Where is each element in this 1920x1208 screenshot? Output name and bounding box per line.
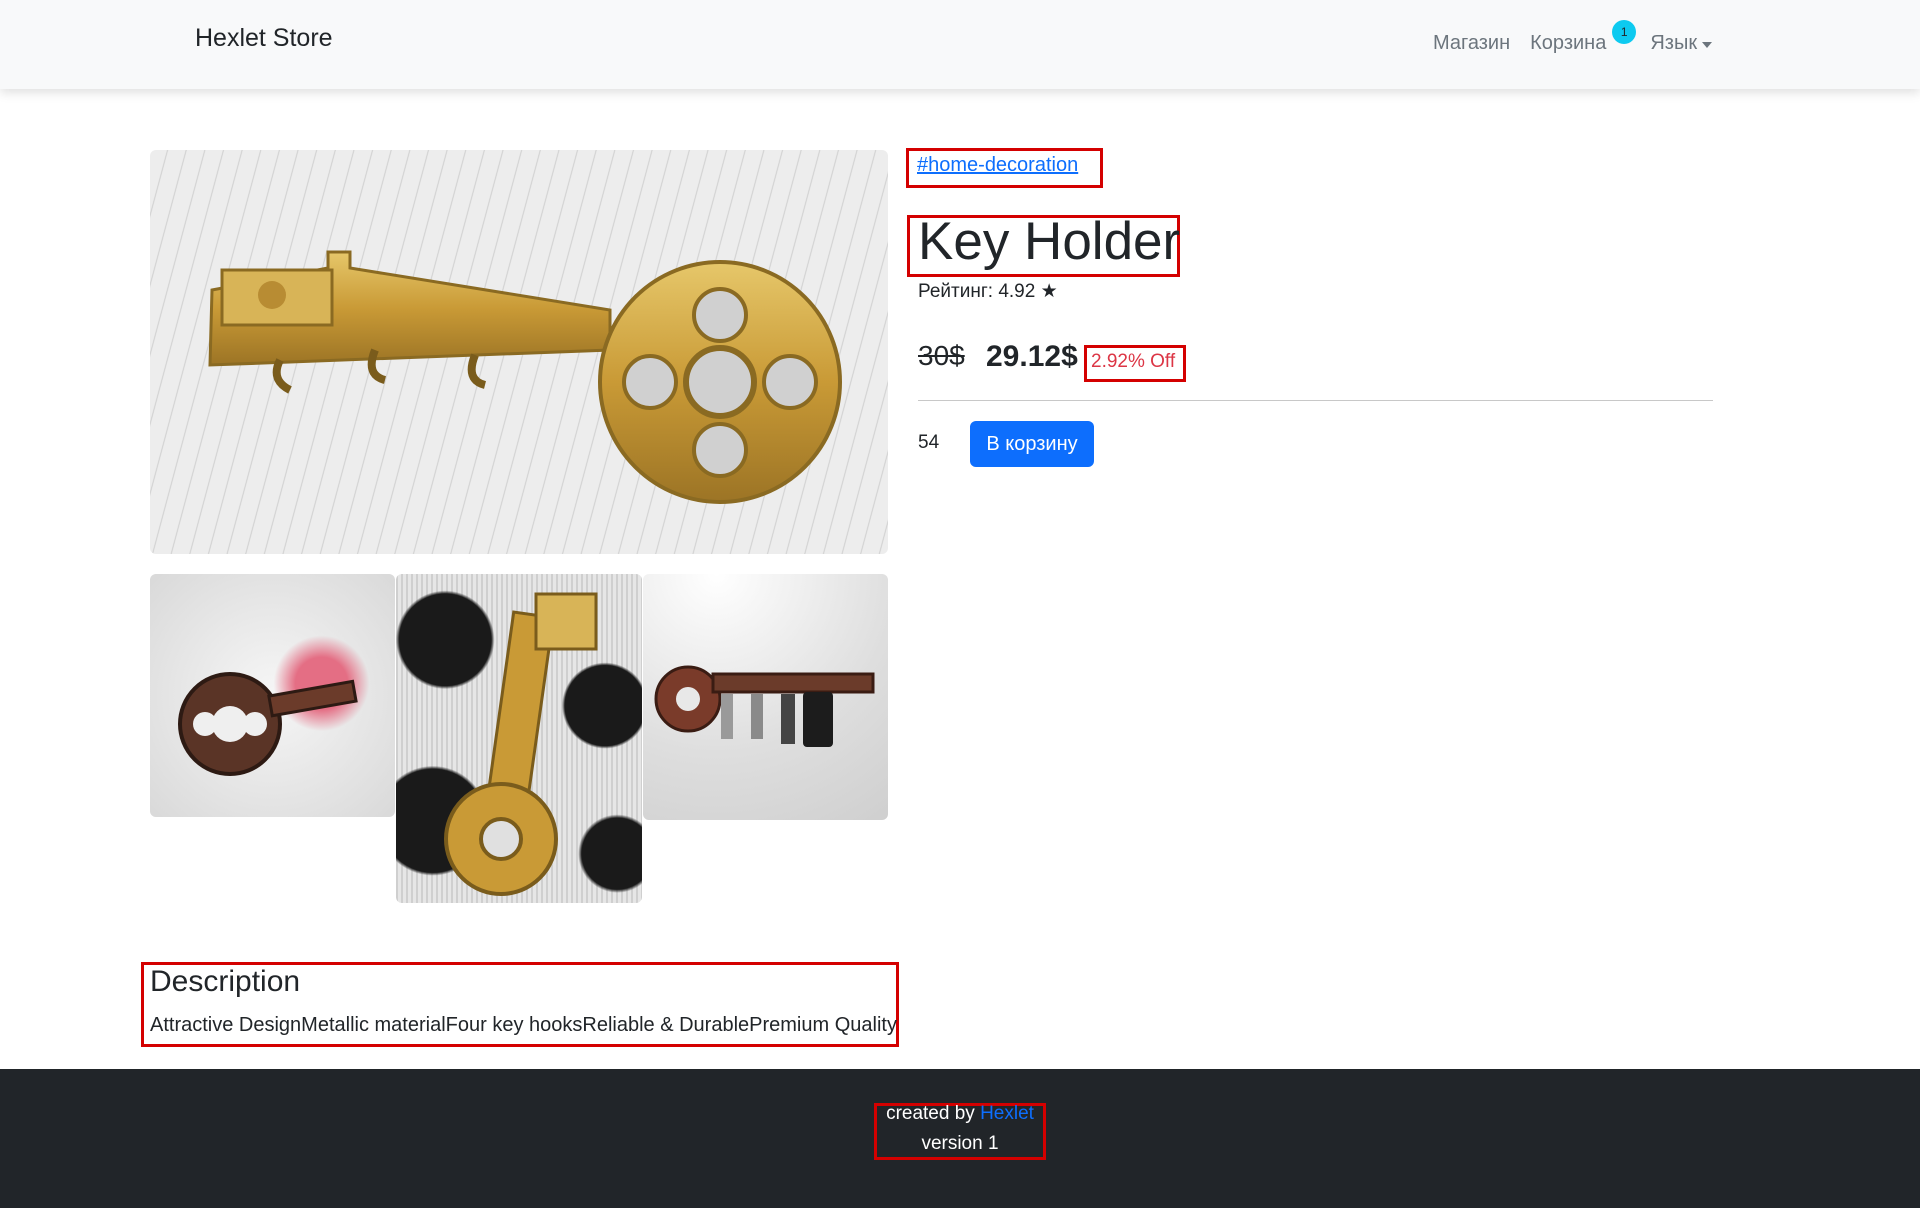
footer-created-by: created by xyxy=(886,1103,981,1124)
product-title: Key Holder xyxy=(918,212,1181,271)
description-heading: Description xyxy=(150,965,301,998)
nav-link-cart[interactable]: Корзина xyxy=(1530,32,1606,54)
gold-key-holder-image xyxy=(208,250,842,504)
add-to-cart-button[interactable]: В корзину xyxy=(970,421,1094,467)
gold-key-holder-vertical-image xyxy=(444,592,598,896)
category-tag-link[interactable]: #home-decoration xyxy=(917,154,1078,177)
brand-logo[interactable]: Hexlet Store xyxy=(195,24,333,53)
nav-link-cart-wrapper[interactable]: Корзина 1 xyxy=(1530,20,1637,55)
discount-label: 2.92% Off xyxy=(1091,351,1176,372)
product-thumbnail-1[interactable] xyxy=(150,574,395,817)
footer-credit: created by Hexlet xyxy=(0,1103,1920,1125)
description-text: Attractive DesignMetallic materialFour k… xyxy=(150,1014,897,1036)
stock-quantity: 54 xyxy=(918,432,940,453)
bronze-key-holder-image xyxy=(178,672,358,776)
nav-link-shop[interactable]: Магазин xyxy=(1433,32,1510,55)
language-dropdown-label[interactable]: Язык xyxy=(1650,32,1697,55)
divider xyxy=(918,400,1713,401)
product-thumbnail-3[interactable] xyxy=(643,574,888,820)
footer-hexlet-link[interactable]: Hexlet xyxy=(980,1103,1034,1124)
navbar: Hexlet Store Магазин Корзина 1 Язык xyxy=(0,0,1920,89)
nav-links: Магазин Корзина 1 Язык xyxy=(1433,20,1713,55)
product-thumbnail-2[interactable] xyxy=(396,574,642,903)
caret-down-icon xyxy=(1702,41,1713,48)
language-dropdown[interactable]: Язык xyxy=(1650,32,1713,55)
cart-count-badge: 1 xyxy=(1612,20,1637,44)
key-holder-with-keys-image xyxy=(654,665,875,747)
footer-version: version 1 xyxy=(921,1133,999,1154)
old-price: 30$ xyxy=(918,340,965,371)
product-main-image xyxy=(150,150,888,554)
product-page: Hexlet Store Магазин Корзина 1 Язык #hom… xyxy=(0,0,1920,1208)
product-rating: Рейтинг: 4.92 ★ xyxy=(918,281,1058,302)
current-price: 29.12$ xyxy=(986,340,1078,373)
